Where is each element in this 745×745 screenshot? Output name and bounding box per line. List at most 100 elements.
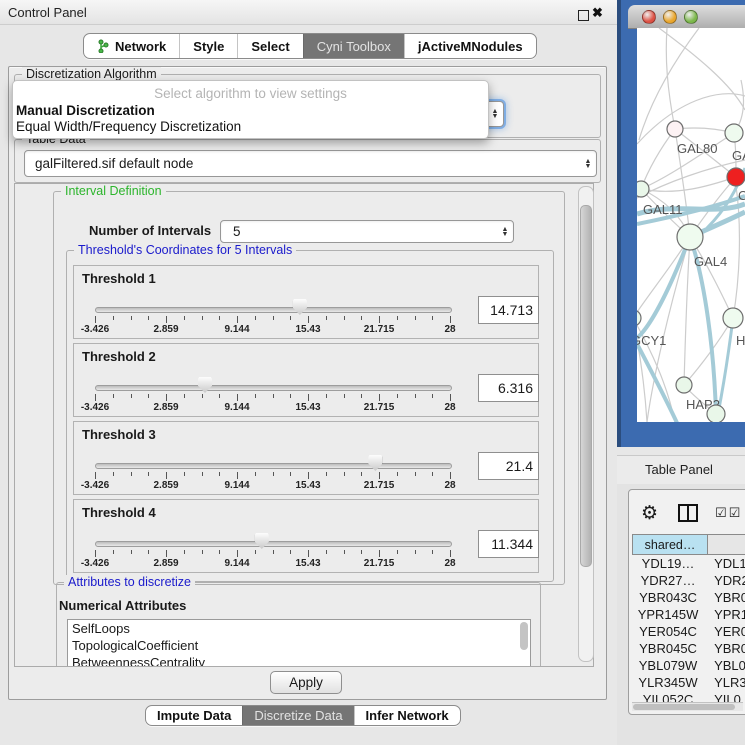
tab-infer-network[interactable]: Infer Network: [354, 706, 460, 725]
tab-label: Impute Data: [157, 708, 231, 723]
table-row[interactable]: YPR145WYPR1: [632, 606, 745, 623]
tab-select[interactable]: Select: [237, 34, 302, 58]
table-row[interactable]: YBR043CYBR0: [632, 589, 745, 606]
slider-track[interactable]: [95, 463, 452, 469]
slider-tick: [148, 394, 149, 398]
slider-tick-label: 28: [425, 480, 475, 491]
apply-button[interactable]: Apply: [270, 671, 342, 694]
table-row[interactable]: YIL052CYIL0: [632, 691, 745, 702]
network-node-label: H: [736, 333, 745, 348]
network-node-GAL80[interactable]: [667, 121, 683, 137]
slider-tick: [219, 472, 220, 476]
float-window-button[interactable]: [578, 10, 589, 21]
network-node-GAL11[interactable]: [637, 181, 649, 197]
close-light-icon[interactable]: [642, 10, 656, 24]
network-window-titlebar[interactable]: [628, 5, 745, 29]
slider-tick: [379, 316, 380, 323]
network-edge: [684, 237, 690, 385]
table-rows: YDL19…YDL1YDR27…YDR2YBR043CYBR0YPR145WYP…: [632, 555, 745, 702]
split-columns-icon[interactable]: [678, 504, 698, 522]
slider-tick-label: 2.859: [141, 324, 191, 335]
network-node-label: GA: [732, 148, 745, 163]
network-node-H[interactable]: [723, 308, 743, 328]
table-cell: YDL19…: [632, 555, 704, 572]
slider-tick-label: 28: [425, 558, 475, 569]
threshold-panel-3: Threshold 3-3.4262.8599.14415.4321.71528…: [73, 421, 539, 495]
network-edge: [637, 237, 690, 318]
minimize-light-icon[interactable]: [663, 10, 677, 24]
list-scrollbar[interactable]: [520, 622, 528, 650]
slider-tick-label: 2.859: [141, 558, 191, 569]
slider-track[interactable]: [95, 307, 452, 313]
slider-tick: [450, 472, 451, 479]
network-node-GA[interactable]: [725, 124, 743, 142]
table-column-header[interactable]: n: [708, 534, 745, 555]
table-row[interactable]: YDL19…YDL1: [632, 555, 745, 572]
slider-tick: [326, 316, 327, 320]
gear-icon[interactable]: ⚙: [641, 502, 658, 524]
table-data-combo[interactable]: galFiltered.sif default node ▲▼: [24, 150, 597, 177]
tab-cyni-toolbox[interactable]: Cyni Toolbox: [303, 34, 404, 58]
table-row[interactable]: YBL079WYBL0: [632, 657, 745, 674]
slider-tick: [255, 316, 256, 320]
threshold-value-field[interactable]: 6.316: [478, 374, 539, 402]
network-node-C[interactable]: [727, 168, 745, 186]
checkbox-icons[interactable]: ☑☑: [715, 506, 742, 521]
numerical-attributes-list[interactable]: SelfLoopsTopologicalCoefficientBetweenne…: [67, 619, 531, 667]
attributes-group-title: Attributes to discretize: [64, 575, 195, 589]
dropdown-option[interactable]: Equal Width/Frequency Discretization: [13, 119, 488, 135]
table-row[interactable]: YLR345WYLR3: [632, 674, 745, 691]
table-row[interactable]: YER054CYER0: [632, 623, 745, 640]
network-node-GAL4[interactable]: [677, 224, 703, 250]
slider-tick: [290, 394, 291, 398]
slider-track[interactable]: [95, 385, 452, 391]
slider-tick: [290, 472, 291, 476]
tab-impute-data[interactable]: Impute Data: [146, 706, 242, 725]
slider-tick: [202, 472, 203, 476]
number-of-intervals-combo[interactable]: 5 ▲▼: [220, 220, 514, 243]
threshold-value-field[interactable]: 14.713: [478, 296, 539, 324]
tab-label: Select: [251, 39, 289, 54]
slider-tick: [113, 472, 114, 476]
threshold-value-field[interactable]: 21.4: [478, 452, 539, 480]
network-canvas[interactable]: GAL80GACGAL11GAL4GCY1HHAP2: [637, 28, 745, 422]
table-cell: YDL1: [704, 555, 745, 572]
zoom-light-icon[interactable]: [684, 10, 698, 24]
attribute-list-item[interactable]: TopologicalCoefficient: [68, 637, 530, 654]
dropdown-option[interactable]: Manual Discretization: [13, 103, 488, 119]
table-row[interactable]: YBR045CYBR0: [632, 640, 745, 657]
attribute-list-item[interactable]: BetweennessCentrality: [68, 654, 530, 667]
control-panel-titlebar: [0, 0, 617, 25]
table-header-row: shared…n: [632, 534, 745, 555]
slider-tick: [148, 472, 149, 476]
network-node-GCY1[interactable]: [637, 310, 641, 326]
settings-scrollbar[interactable]: [578, 186, 594, 662]
slider-track[interactable]: [95, 541, 452, 547]
threshold-value-field[interactable]: 11.344: [478, 530, 539, 558]
combo-arrows-icon: ▲▼: [497, 227, 513, 237]
network-node[interactable]: [707, 405, 725, 422]
network-node-label: GAL4: [694, 254, 727, 269]
tab-network[interactable]: Network: [84, 34, 179, 58]
attribute-list-item[interactable]: SelfLoops: [68, 620, 530, 637]
close-icon[interactable]: ✖: [592, 5, 603, 21]
slider-tick: [148, 550, 149, 554]
settings-scrollbar-thumb[interactable]: [580, 205, 592, 567]
slider-tick: [95, 394, 96, 401]
slider-tick-label: 15.43: [283, 324, 333, 335]
table-hscrollbar-thumb[interactable]: [633, 704, 735, 710]
table-column-header[interactable]: shared…: [632, 534, 708, 555]
slider-tick-label: 21.715: [354, 324, 404, 335]
network-node-HAP2[interactable]: [676, 377, 692, 393]
slider-tick-label: 9.144: [212, 480, 262, 491]
slider-tick-label: -3.426: [70, 480, 120, 491]
slider-tick: [166, 394, 167, 401]
tab-style[interactable]: Style: [179, 34, 237, 58]
table-row[interactable]: YDR27…YDR2: [632, 572, 745, 589]
table-hscrollbar[interactable]: [632, 702, 743, 711]
slider-tick: [415, 394, 416, 398]
slider-tick: [273, 550, 274, 554]
tab-jactivemnodules[interactable]: jActiveMNodules: [404, 34, 536, 58]
tab-discretize-data[interactable]: Discretize Data: [242, 706, 353, 725]
slider-tick-label: 15.43: [283, 558, 333, 569]
